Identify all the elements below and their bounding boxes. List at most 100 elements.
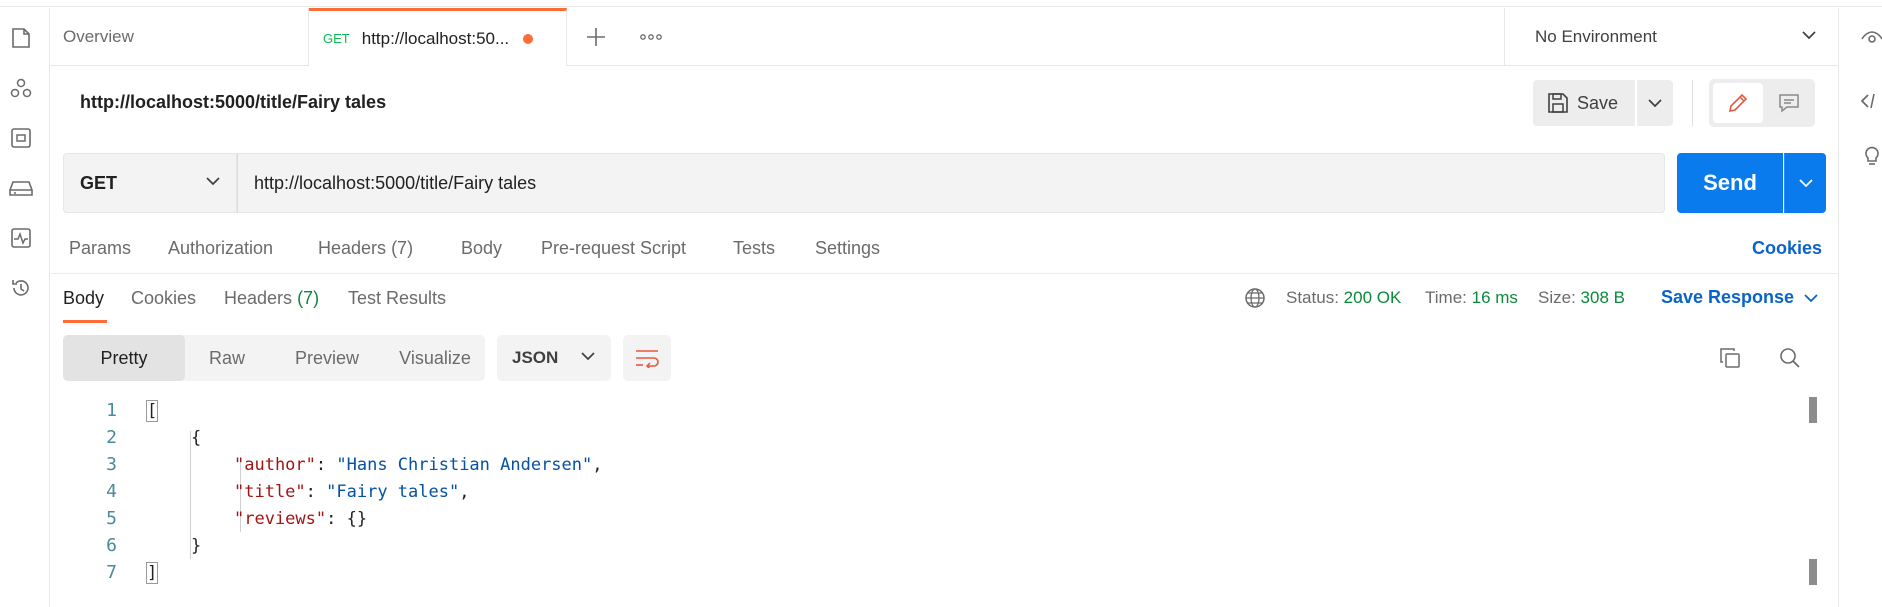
- save-response-label: Save Response: [1661, 287, 1795, 307]
- send-options-button[interactable]: [1784, 153, 1826, 213]
- view-raw-button[interactable]: Raw: [185, 335, 269, 381]
- tab-settings[interactable]: Settings: [815, 238, 880, 259]
- line-number: 4: [106, 481, 117, 502]
- format-select[interactable]: JSON: [497, 335, 611, 381]
- lightbulb-icon[interactable]: [1861, 144, 1882, 166]
- view-pretty-button[interactable]: Pretty: [63, 335, 185, 381]
- eye-icon[interactable]: [1861, 28, 1882, 50]
- save-button[interactable]: Save: [1533, 80, 1635, 126]
- code-line: 6 }: [51, 532, 1751, 559]
- chevron-down-icon: [1804, 293, 1818, 302]
- plus-icon: [587, 28, 605, 46]
- code-line: 7 ]: [51, 559, 1751, 586]
- response-headers-label: Headers: [224, 288, 293, 308]
- view-visualize-button[interactable]: Visualize: [385, 335, 485, 381]
- response-size[interactable]: Size: 308 B: [1538, 288, 1625, 308]
- tab-tests[interactable]: Tests: [733, 238, 775, 259]
- response-time[interactable]: Time: 16 ms: [1425, 288, 1518, 308]
- code-text: "title": "Fairy tales",: [234, 482, 469, 502]
- search-icon: [1780, 348, 1800, 368]
- right-sidebar: [1838, 8, 1882, 607]
- mock-servers-icon[interactable]: [9, 176, 33, 200]
- json-value: "Fairy tales": [326, 481, 460, 502]
- json-key: "title": [234, 481, 306, 502]
- copy-icon: [1720, 348, 1740, 368]
- response-tab-test-results[interactable]: Test Results: [348, 288, 446, 309]
- format-label: JSON: [512, 348, 559, 367]
- method-label: GET: [80, 172, 118, 193]
- code-text: ]: [145, 561, 159, 584]
- save-options-button[interactable]: [1637, 80, 1673, 126]
- json-key: "author": [234, 454, 316, 475]
- response-tab-cookies[interactable]: Cookies: [131, 288, 196, 309]
- line-number: 3: [106, 454, 117, 475]
- save-response-button[interactable]: Save Response: [1661, 287, 1818, 308]
- json-tail: ,: [459, 481, 470, 502]
- monitors-icon[interactable]: [9, 226, 33, 250]
- response-status[interactable]: Status: 200 OK: [1286, 288, 1401, 308]
- active-tab-indicator: [63, 320, 107, 323]
- code-text: "author": "Hans Christian Andersen",: [234, 455, 603, 475]
- code-icon[interactable]: [1861, 90, 1882, 112]
- history-icon[interactable]: [9, 276, 33, 300]
- tab-bar: Overview GET http://localhost:50... No E…: [51, 8, 1838, 66]
- response-headers-count: (7): [297, 288, 320, 308]
- size-label: Size:: [1538, 288, 1576, 307]
- wrap-icon: [636, 350, 659, 368]
- code-line: 2 {: [51, 424, 1751, 451]
- collections-icon[interactable]: [9, 26, 33, 50]
- code-line: 5 "reviews": {}: [51, 505, 1751, 532]
- send-button[interactable]: Send: [1677, 153, 1783, 213]
- environment-label: No Environment: [1535, 27, 1657, 46]
- editor-scrollbar[interactable]: [1806, 395, 1818, 589]
- view-mode-group: Pretty Raw Preview Visualize: [63, 335, 485, 381]
- tab-request[interactable]: GET http://localhost:50...: [309, 8, 567, 66]
- more-tabs-button[interactable]: [636, 22, 666, 52]
- response-tabs: Body Cookies Headers (7) Test Results St…: [51, 276, 1838, 324]
- window-top-border: [0, 0, 1882, 7]
- tab-authorization[interactable]: Authorization: [168, 238, 273, 259]
- send-label: Send: [1703, 170, 1757, 195]
- tab-method-badge: GET: [323, 31, 350, 46]
- json-value: "Hans Christian Andersen": [336, 454, 593, 475]
- chevron-down-icon: [206, 177, 220, 186]
- json-tail: {}: [346, 508, 368, 529]
- cookies-link[interactable]: Cookies: [1752, 238, 1822, 259]
- chevron-down-icon: [1802, 31, 1816, 40]
- line-number: 6: [106, 535, 117, 556]
- time-label: Time:: [1425, 288, 1467, 307]
- url-input[interactable]: [237, 153, 1665, 213]
- comments-button[interactable]: [1767, 83, 1811, 123]
- json-tail: ,: [592, 454, 603, 475]
- copy-button[interactable]: [1717, 345, 1743, 371]
- time-value: 16 ms: [1471, 288, 1518, 307]
- code-text: {: [191, 427, 202, 448]
- tab-overview[interactable]: Overview: [51, 8, 309, 66]
- edit-mode-button[interactable]: [1713, 83, 1763, 123]
- tab-headers[interactable]: Headers (7): [318, 238, 413, 259]
- environment-select[interactable]: No Environment: [1504, 8, 1838, 66]
- response-tab-headers[interactable]: Headers (7): [224, 288, 319, 309]
- line-number: 7: [106, 562, 117, 583]
- tab-pre-request-script[interactable]: Pre-request Script: [541, 238, 686, 259]
- mode-toggle: [1709, 79, 1815, 127]
- save-icon: [1548, 93, 1568, 113]
- search-button[interactable]: [1777, 345, 1803, 371]
- scroll-marker: [1809, 559, 1817, 585]
- new-tab-button[interactable]: [581, 22, 611, 52]
- response-body-editor[interactable]: 1 [ 2 { 3 "author": "Hans Christian Ande…: [51, 395, 1806, 595]
- apis-icon[interactable]: [9, 76, 33, 100]
- more-icon: [640, 34, 662, 40]
- left-sidebar: [0, 8, 50, 607]
- request-title[interactable]: http://localhost:5000/title/Fairy tales: [80, 92, 386, 113]
- response-tab-body[interactable]: Body: [63, 288, 104, 309]
- globe-icon[interactable]: [1244, 287, 1266, 309]
- comment-icon: [1779, 94, 1799, 113]
- method-select[interactable]: GET: [63, 153, 237, 213]
- view-preview-button[interactable]: Preview: [269, 335, 385, 381]
- divider: [1692, 80, 1693, 126]
- tab-params[interactable]: Params: [69, 238, 131, 259]
- environments-icon[interactable]: [9, 126, 33, 150]
- tab-body[interactable]: Body: [461, 238, 502, 259]
- wrap-lines-button[interactable]: [623, 335, 671, 381]
